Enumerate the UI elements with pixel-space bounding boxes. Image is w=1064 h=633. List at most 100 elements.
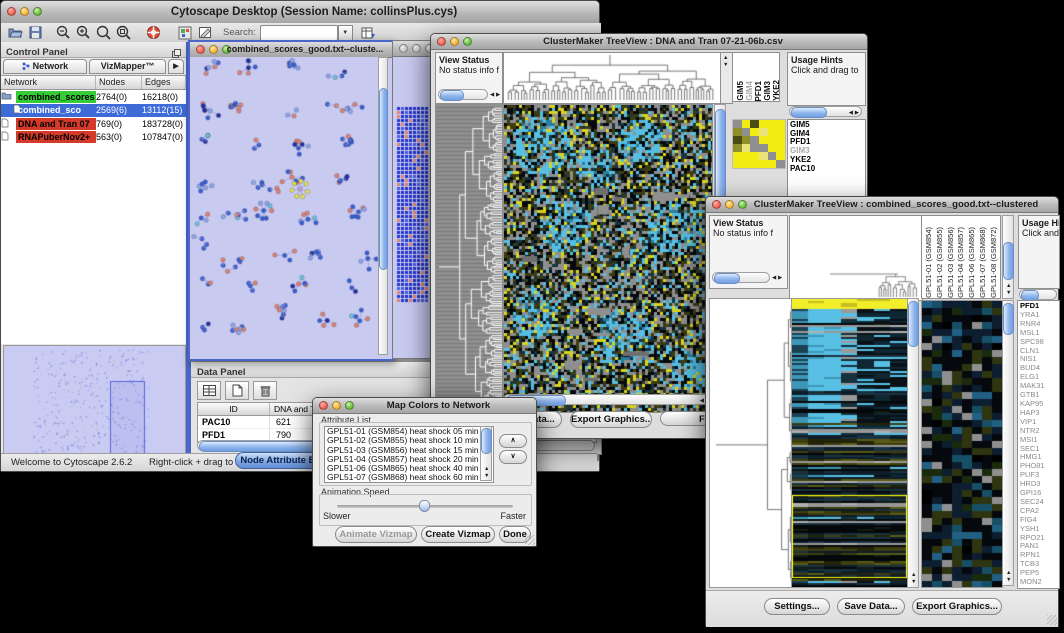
minimize-button[interactable] xyxy=(332,401,341,410)
treeview1-titlebar[interactable]: ClusterMaker TreeView : DNA and Tran 07-… xyxy=(431,34,867,50)
column-label[interactable]: GIM3 xyxy=(763,81,772,101)
close-button[interactable] xyxy=(437,37,446,46)
column-label[interactable]: GPL51-07 (GSM868) xyxy=(978,227,987,298)
column-label[interactable]: GIM5 xyxy=(736,81,745,101)
column-label[interactable]: GPL51-03 (GSM856) xyxy=(946,227,955,298)
animate-vizmap-button[interactable]: Animate Vizmap xyxy=(335,526,417,543)
column-label[interactable]: GIM4 xyxy=(745,81,754,101)
scroll-right-arrow[interactable]: ▶ xyxy=(496,92,500,98)
minimize-button[interactable] xyxy=(209,45,218,54)
scroll-right-arrow[interactable]: ▶ xyxy=(778,275,782,281)
resize-grip[interactable] xyxy=(1047,615,1057,625)
column-label[interactable]: PFD1 xyxy=(754,81,763,101)
tab-overflow-arrow[interactable]: ▶ xyxy=(168,59,184,74)
close-button[interactable] xyxy=(196,45,205,54)
treeview2-zoom-heatmap[interactable] xyxy=(921,300,1003,588)
minimize-button[interactable] xyxy=(450,37,459,46)
network-row[interactable]: DNA and Tran 07769(0)183728(0) xyxy=(1,117,186,131)
control-panel-title: Control Panel xyxy=(1,47,68,58)
animation-speed-slider[interactable] xyxy=(337,505,513,508)
usage-hints-hscrollbar[interactable]: ◀▶ xyxy=(789,106,862,117)
column-label[interactable]: GPL51-06 (GSM865) xyxy=(967,227,976,298)
close-button[interactable] xyxy=(319,401,328,410)
minimize-button[interactable] xyxy=(412,44,421,53)
network-row[interactable]: RNAPuberNov2+563(0)107847(0) xyxy=(1,131,186,145)
save-button[interactable] xyxy=(25,24,45,41)
new-document-button[interactable] xyxy=(225,381,249,400)
search-input[interactable] xyxy=(260,25,338,41)
vizmapper-palette-icon[interactable] xyxy=(175,24,195,41)
similarity-cell xyxy=(768,136,777,144)
trash-button[interactable] xyxy=(253,381,277,400)
similarity-cell xyxy=(776,152,785,160)
zoom-selected-button[interactable] xyxy=(113,24,133,41)
faster-label: Faster xyxy=(500,511,526,521)
column-label[interactable]: GPL51-04 (GSM857) xyxy=(956,227,965,298)
similarity-cell xyxy=(776,144,785,152)
create-vizmap-button[interactable]: Create Vizmap xyxy=(421,526,495,543)
close-button[interactable] xyxy=(712,200,721,209)
import-table-icon[interactable] xyxy=(359,24,379,41)
network-view-titlebar[interactable]: combined_scores_good.txt--cluste... xyxy=(190,42,392,58)
view-status-hscrollbar[interactable] xyxy=(712,272,770,283)
similarity-cell xyxy=(768,128,777,136)
column-label[interactable]: GPL51-08 (GSM872) xyxy=(989,227,998,298)
gene-label[interactable]: MON2 xyxy=(1018,578,1059,587)
treeview2-row-dendrogram[interactable] xyxy=(709,298,793,588)
similarity-cell xyxy=(733,128,742,136)
column-label[interactable]: GPL51-01 (GSM854) xyxy=(924,227,933,298)
close-button[interactable] xyxy=(399,44,408,53)
save-data-button[interactable]: Save Data... xyxy=(837,598,905,615)
settings-button[interactable]: Settings... xyxy=(764,598,830,615)
move-up-button[interactable]: ∧ xyxy=(499,434,527,448)
treeview2-collabel-vscrollbar[interactable]: ▲▼ xyxy=(1002,215,1014,299)
similarity-cell xyxy=(750,128,759,136)
zoom-out-button[interactable] xyxy=(53,24,73,41)
dialog-titlebar[interactable]: Map Colors to Network xyxy=(313,398,536,414)
tab-vizmapper[interactable]: VizMapper™ xyxy=(89,59,166,74)
view-status-hscrollbar[interactable] xyxy=(438,89,488,100)
search-dropdown-button[interactable]: ▼ xyxy=(338,25,353,41)
column-label[interactable]: YKE2 xyxy=(772,80,780,101)
column-label[interactable]: GPL51-02 (GSM855) xyxy=(935,227,944,298)
treeview2-heatmap-vscrollbar[interactable]: ▲▼ xyxy=(907,298,919,588)
slider-thumb[interactable] xyxy=(419,500,430,512)
gene-label[interactable]: PAC10 xyxy=(788,165,865,174)
network-vscrollbar[interactable] xyxy=(378,57,388,355)
network-overview-thumbnail[interactable] xyxy=(3,345,186,462)
treeview2-column-dendrogram[interactable] xyxy=(790,216,920,298)
grid-view-button[interactable] xyxy=(197,381,221,400)
scroll-left-arrow[interactable]: ◀ xyxy=(490,92,494,98)
network-row[interactable]: combined_scores2764(0)16218(0) xyxy=(1,90,186,104)
treeview1-heatmap[interactable] xyxy=(503,104,713,413)
network-graph-canvas[interactable] xyxy=(190,57,380,355)
treeview2-zoom-vscrollbar[interactable]: ▲▼ xyxy=(1002,300,1014,586)
treeview2-heatmap[interactable] xyxy=(791,298,908,588)
main-titlebar[interactable]: Cytoscape Desktop (Session Name: collins… xyxy=(1,1,599,24)
attribute-list-vscrollbar[interactable]: ▲▼ xyxy=(480,426,492,481)
help-lifesaver-icon[interactable] xyxy=(143,24,163,41)
tab-network[interactable]: Network xyxy=(3,59,87,74)
network-row[interactable]: combined_sco2569(6)13112(15) xyxy=(1,104,186,118)
export-graphics-button[interactable]: Export Graphics... xyxy=(570,411,652,428)
scroll-left-arrow[interactable]: ◀ xyxy=(772,275,776,281)
dense-network-canvas[interactable] xyxy=(396,106,430,303)
minimize-button[interactable] xyxy=(20,7,29,16)
annotation-icon[interactable] xyxy=(195,24,215,41)
move-down-button[interactable]: ∨ xyxy=(499,450,527,464)
minimize-button[interactable] xyxy=(725,200,734,209)
treeview1-similarity-matrix[interactable] xyxy=(732,119,786,169)
close-button[interactable] xyxy=(7,7,16,16)
open-button[interactable] xyxy=(5,24,25,41)
attribute-listbox[interactable]: GPL51-01 (GSM854) heat shock 05 minGPL51… xyxy=(324,426,494,483)
resize-grip[interactable] xyxy=(525,535,535,545)
similarity-cell xyxy=(750,144,759,152)
treeview1-row-dendrogram[interactable] xyxy=(435,104,503,413)
export-graphics-button[interactable]: Export Graphics... xyxy=(912,598,1002,615)
zoom-in-button[interactable] xyxy=(73,24,93,41)
treeview1-column-dendrogram[interactable] xyxy=(504,53,718,101)
attribute-list-item[interactable]: GPL51-07 (GSM868) heat shock 60 min xyxy=(325,473,493,482)
usage-hints-hscrollbar[interactable] xyxy=(1019,289,1057,300)
zoom-fit-button[interactable] xyxy=(93,24,113,41)
treeview2-titlebar[interactable]: ClusterMaker TreeView : combined_scores_… xyxy=(706,197,1058,213)
